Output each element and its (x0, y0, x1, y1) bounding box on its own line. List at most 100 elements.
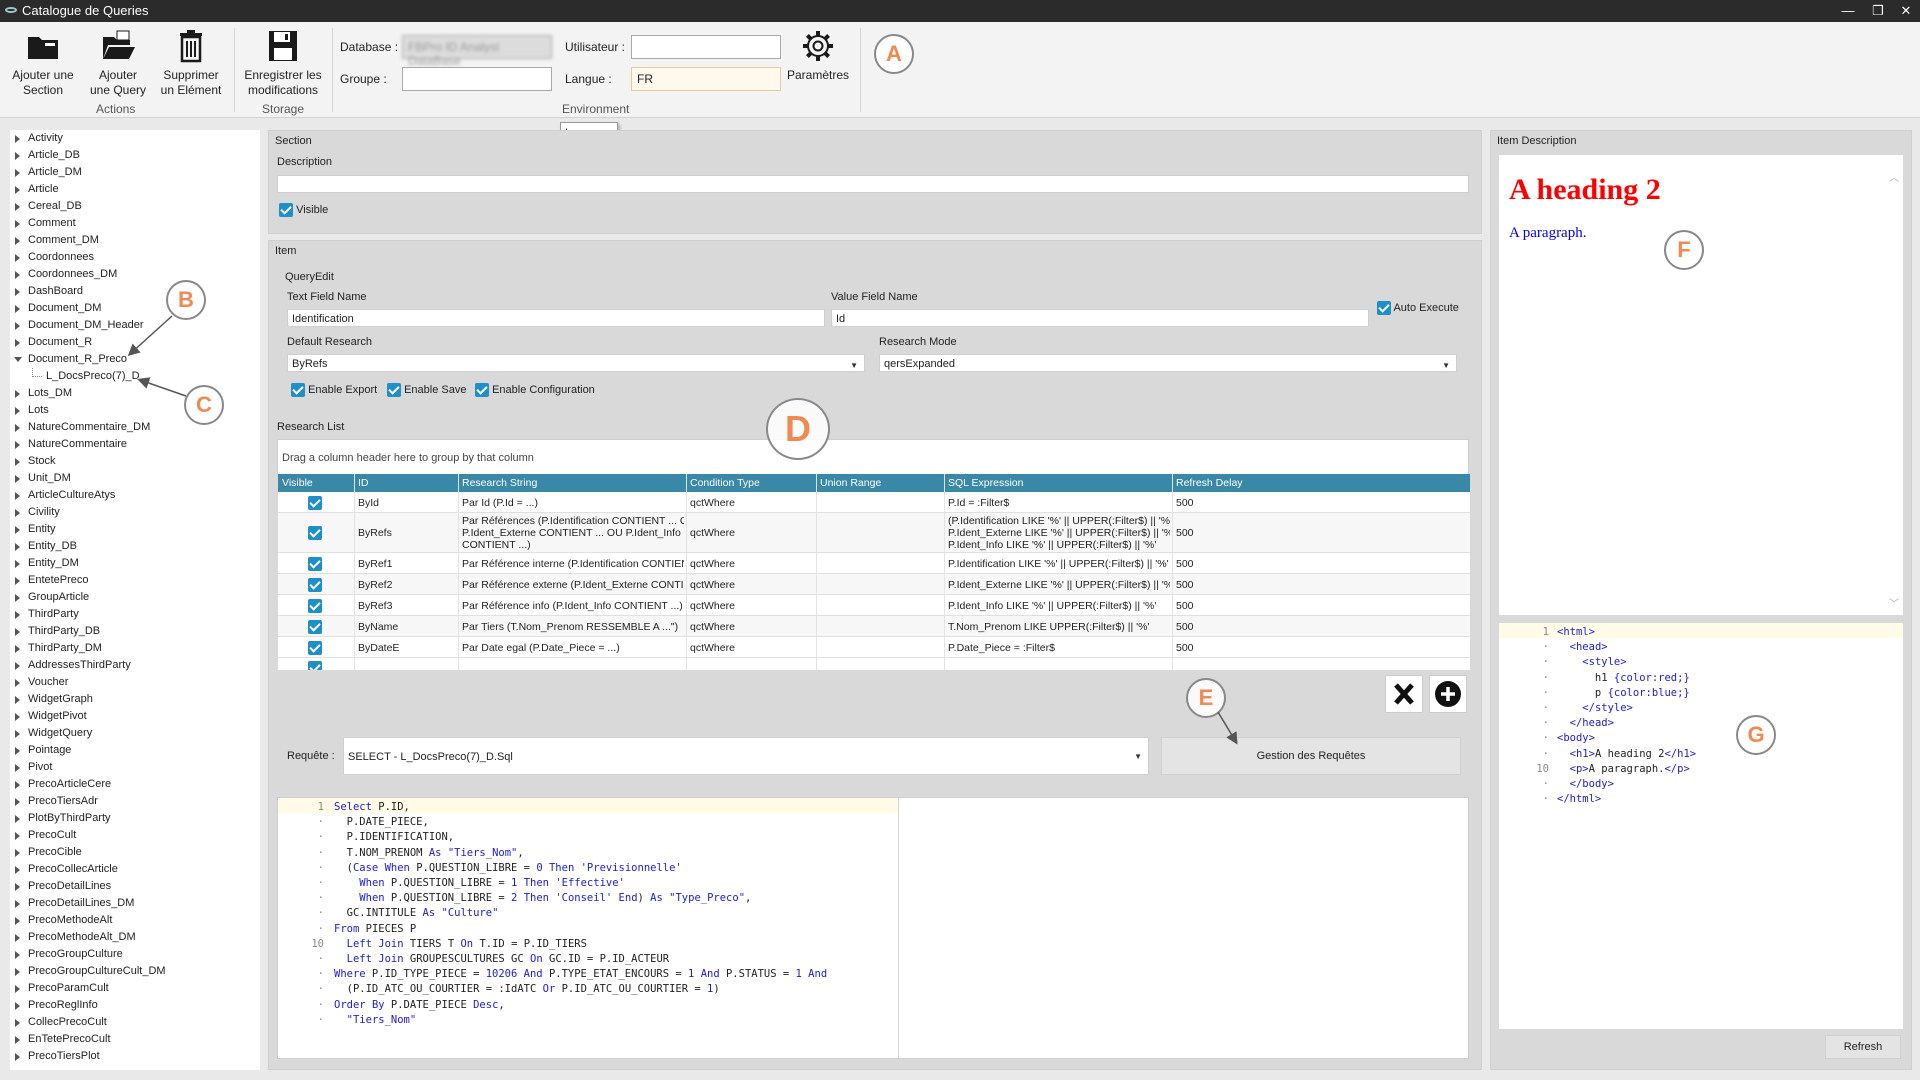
collapsed-arrow-icon[interactable] (15, 1002, 20, 1010)
tree-item[interactable]: Pointage (10, 742, 260, 759)
add-query-item-button[interactable] (1429, 675, 1467, 713)
row-visible-checkbox[interactable] (308, 598, 322, 613)
tree-item[interactable]: ThirdParty_DM (10, 640, 260, 657)
collapsed-arrow-icon[interactable] (15, 288, 20, 296)
row-visible-checkbox[interactable] (308, 661, 322, 670)
collapsed-arrow-icon[interactable] (15, 390, 20, 398)
database-field[interactable]: FBPro ID Analyst DataBase (402, 35, 552, 68)
collapsed-arrow-icon[interactable] (15, 985, 20, 993)
tree-item[interactable]: Entity_DB (10, 538, 260, 555)
collapsed-arrow-icon[interactable] (15, 577, 20, 585)
requete-select[interactable]: SELECT - L_DocsPreco(7)_D.Sql ▼ (343, 737, 1149, 775)
tree-item[interactable]: PrecoCollecArticle (10, 861, 260, 878)
collapsed-arrow-icon[interactable] (15, 441, 20, 449)
tree-item[interactable]: Coordonnees (10, 249, 260, 266)
scroll-down-icon[interactable]: ﹀ (1889, 595, 1899, 610)
sql-editor[interactable]: 1 · · · · · · · · 10 · · · · · Select P.… (277, 797, 1469, 1059)
collapsed-arrow-icon[interactable] (15, 203, 20, 211)
tree-item[interactable]: PrecoTiersAdr (10, 793, 260, 810)
collapsed-arrow-icon[interactable] (15, 492, 20, 500)
tree-item[interactable]: Stock (10, 453, 260, 470)
default-research-select[interactable]: ByRefs ▼ (287, 354, 865, 372)
collapsed-arrow-icon[interactable] (15, 662, 20, 670)
tree-item[interactable]: Pivot (10, 759, 260, 776)
tree-item[interactable]: Comment (10, 215, 260, 232)
tree-item[interactable]: DashBoard (10, 283, 260, 300)
close-icon[interactable]: ✕ (1896, 2, 1916, 20)
tree-item[interactable]: Document_DM (10, 300, 260, 317)
tree-item[interactable]: CollecPrecoCult (10, 1014, 260, 1031)
column-header[interactable]: Refresh Delay (1176, 477, 1266, 489)
collapsed-arrow-icon[interactable] (15, 832, 20, 840)
column-header[interactable]: SQL Expression (948, 477, 1170, 489)
table-row[interactable]: ByRef3 Par Référence info (P.Ident_Info C… (278, 595, 1470, 616)
tree-item[interactable]: Activity (10, 130, 260, 147)
sql-code[interactable]: Select P.ID, P.DATE_PIECE, P.IDENTIFICAT… (334, 800, 894, 1028)
section-tree[interactable]: Activity Article_DB Article_DM Article Cerea… (10, 130, 260, 1070)
visible-checkbox[interactable]: Visible (279, 203, 328, 217)
tree-item[interactable]: PrecoMethodeAlt_DM (10, 929, 260, 946)
enable-configuration-checkbox[interactable]: Enable Configuration (475, 383, 595, 397)
tree-item[interactable]: AddressesThirdParty (10, 657, 260, 674)
gestion-requetes-button[interactable]: Gestion des Requêtes (1161, 737, 1461, 775)
add-query-button[interactable]: Ajouter une Query (84, 28, 152, 98)
tree-item[interactable]: Civility (10, 504, 260, 521)
collapsed-arrow-icon[interactable] (15, 509, 20, 517)
tree-item[interactable]: PrecoReglInfo (10, 997, 260, 1014)
column-header[interactable]: Condition Type (690, 477, 814, 489)
collapsed-arrow-icon[interactable] (15, 611, 20, 619)
collapsed-arrow-icon[interactable] (15, 968, 20, 976)
tree-item[interactable]: PrecoDetailLines_DM (10, 895, 260, 912)
collapsed-arrow-icon[interactable] (15, 1053, 20, 1061)
collapsed-arrow-icon[interactable] (15, 237, 20, 245)
collapsed-arrow-icon[interactable] (15, 866, 20, 874)
collapsed-arrow-icon[interactable] (15, 135, 20, 143)
tree-item[interactable]: WidgetQuery (10, 725, 260, 742)
tree-child-item[interactable]: L_DocsPreco(7)_D (10, 368, 260, 385)
tree-item[interactable]: EnTetePrecoCult (10, 1031, 260, 1048)
tree-item[interactable]: Document_R_Preco (10, 351, 260, 368)
tree-item[interactable]: Document_R (10, 334, 260, 351)
tree-item[interactable]: Comment_DM (10, 232, 260, 249)
collapsed-arrow-icon[interactable] (15, 560, 20, 568)
table-row[interactable]: ByRef2 Par Référence externe (P.Ident_Ext… (278, 574, 1470, 595)
refresh-button[interactable]: Refresh (1825, 1035, 1901, 1059)
tree-item[interactable]: Entity_DM (10, 555, 260, 572)
save-changes-button[interactable]: Enregistrer les modifications (244, 28, 322, 98)
tree-item[interactable]: PrecoDetailLines (10, 878, 260, 895)
groupe-field[interactable] (402, 67, 552, 91)
collapsed-arrow-icon[interactable] (15, 747, 20, 755)
collapsed-arrow-icon[interactable] (15, 730, 20, 738)
tree-item[interactable]: PrecoParamCult (10, 980, 260, 997)
collapsed-arrow-icon[interactable] (15, 186, 20, 194)
parameters-button[interactable]: Paramètres (786, 28, 850, 83)
tree-item[interactable]: Article_DM (10, 164, 260, 181)
row-visible-checkbox[interactable] (308, 619, 322, 634)
collapsed-arrow-icon[interactable] (15, 679, 20, 687)
text-field-name-input[interactable]: Identification (287, 309, 825, 327)
tree-item[interactable]: ThirdParty (10, 606, 260, 623)
collapsed-arrow-icon[interactable] (15, 594, 20, 602)
collapsed-arrow-icon[interactable] (15, 475, 20, 483)
tree-item[interactable]: Coordonnees_DM (10, 266, 260, 283)
table-row[interactable]: ById Par Id (P.Id = ...) qctWhere P.Id = :F… (278, 492, 1470, 513)
tree-item[interactable]: Article_DB (10, 147, 260, 164)
collapsed-arrow-icon[interactable] (15, 628, 20, 636)
html-code[interactable]: <html> <head> <style> h1 {color:red;} p … (1557, 625, 1897, 807)
table-row[interactable] (278, 658, 1470, 670)
tree-item[interactable]: PrecoCult (10, 827, 260, 844)
research-mode-select[interactable]: qersExpanded ▼ (879, 354, 1457, 372)
collapsed-arrow-icon[interactable] (15, 407, 20, 415)
tree-item[interactable]: NatureCommentaire (10, 436, 260, 453)
tree-item[interactable]: PrecoArticleCere (10, 776, 260, 793)
delete-element-button[interactable]: Supprimer un Elément (158, 28, 224, 98)
collapsed-arrow-icon[interactable] (15, 713, 20, 721)
tree-item[interactable]: PrecoCible (10, 844, 260, 861)
tree-item[interactable]: Document_DM_Header (10, 317, 260, 334)
tree-item[interactable]: Entity (10, 521, 260, 538)
column-header[interactable]: Union Range (820, 477, 942, 489)
collapsed-arrow-icon[interactable] (15, 815, 20, 823)
row-visible-checkbox[interactable] (308, 526, 322, 540)
tree-item[interactable]: WidgetPivot (10, 708, 260, 725)
tree-item[interactable]: ArticleCultureAtys (10, 487, 260, 504)
